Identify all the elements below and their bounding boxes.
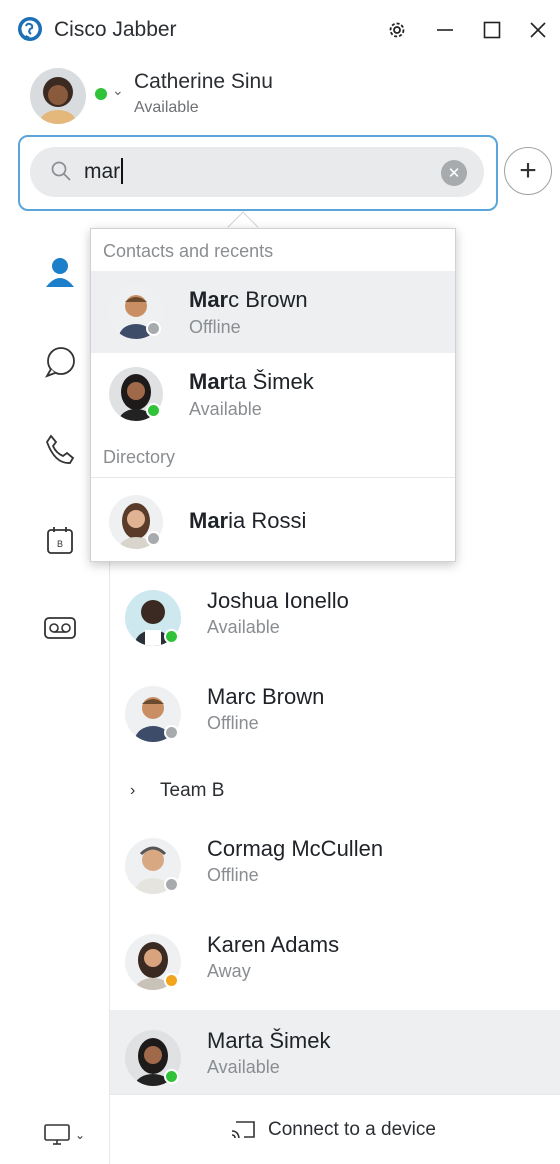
- name-rest: ta Šimek: [228, 369, 314, 394]
- match-highlight: Mar: [189, 287, 229, 312]
- contact-status: Offline: [207, 865, 259, 885]
- maximize-icon[interactable]: [472, 10, 512, 50]
- search-suggestions: Contacts and recents Marc Brown Offline …: [90, 228, 456, 562]
- suggestion-name: Maria Rossi: [189, 508, 306, 534]
- jabber-logo-icon: [16, 16, 44, 44]
- suggestion-status: Offline: [189, 317, 241, 337]
- presence-dot: [146, 321, 161, 336]
- suggestion-status: Available: [189, 399, 262, 419]
- chevron-down-icon[interactable]: ⌄: [112, 82, 124, 99]
- contact-status: Available: [207, 617, 280, 637]
- presence-dot: [164, 877, 179, 892]
- contact-row[interactable]: Karen Adams Away: [110, 914, 560, 1010]
- name-rest: ia Rossi: [228, 508, 307, 533]
- monitor-icon: [44, 1124, 70, 1145]
- section-header: Contacts and recents: [103, 241, 274, 261]
- section-header: Directory: [103, 447, 176, 467]
- contact-row[interactable]: Joshua Ionello Available: [110, 570, 560, 666]
- contact-name: Marta Šimek: [207, 1028, 331, 1053]
- divider: [91, 477, 455, 478]
- search-query-text: mar: [84, 160, 121, 183]
- add-button[interactable]: +: [504, 147, 552, 195]
- chevron-down-icon: ⌄: [74, 1128, 86, 1142]
- contact-name: Cormag McCullen: [207, 836, 384, 861]
- contact-status: Available: [207, 1057, 280, 1077]
- connect-device-button[interactable]: Connect to a device: [230, 1119, 436, 1141]
- suggestion-name: Marta Šimek: [189, 369, 314, 395]
- profile-status[interactable]: Available: [134, 99, 199, 117]
- close-icon[interactable]: [518, 10, 558, 50]
- contact-row[interactable]: Marc Brown Offline: [110, 666, 560, 762]
- chevron-right-icon[interactable]: ›: [130, 782, 135, 800]
- profile-name[interactable]: Catherine Sinu: [134, 70, 273, 94]
- suggestion-item[interactable]: Maria Rossi: [91, 481, 455, 563]
- match-highlight: Mar: [189, 369, 229, 394]
- search-query[interactable]: mar: [84, 158, 124, 184]
- text-cursor: [121, 158, 124, 184]
- presence-dot: [95, 88, 107, 100]
- group-header[interactable]: Team B: [160, 780, 224, 802]
- minimize-icon[interactable]: [425, 10, 465, 50]
- contact-name: Joshua Ionello: [207, 588, 349, 613]
- name-rest: c Brown: [228, 287, 308, 312]
- chat-icon[interactable]: [36, 338, 84, 386]
- settings-gear-icon[interactable]: [377, 10, 417, 50]
- profile-avatar[interactable]: [30, 68, 86, 124]
- add-icon: +: [519, 154, 537, 187]
- app-title: Cisco Jabber: [54, 18, 177, 41]
- contacts-icon[interactable]: [36, 248, 84, 296]
- search-icon: [50, 160, 72, 187]
- voicemail-icon[interactable]: [36, 604, 84, 652]
- suggestion-name: Marc Brown: [189, 287, 308, 313]
- presence-dot: [164, 1069, 179, 1084]
- contact-status: Away: [207, 961, 251, 981]
- clear-search-icon[interactable]: ✕: [441, 160, 467, 186]
- calendar-icon[interactable]: B: [36, 516, 84, 564]
- search-input[interactable]: mar ✕: [30, 147, 484, 197]
- device-menu-button[interactable]: ⌄: [36, 1115, 92, 1155]
- contact-name: Karen Adams: [207, 932, 340, 957]
- cast-icon: [231, 1121, 255, 1139]
- suggestion-item[interactable]: Marc Brown Offline: [91, 271, 455, 353]
- bottom-bar: Connect to a device: [110, 1094, 560, 1164]
- match-highlight: Mar: [189, 508, 229, 533]
- connect-device-label: Connect to a device: [268, 1119, 436, 1140]
- phone-icon[interactable]: [36, 426, 84, 474]
- presence-dot: [164, 629, 179, 644]
- search-box[interactable]: mar ✕: [18, 135, 498, 211]
- presence-dot: [146, 403, 161, 418]
- contact-name: Marc Brown: [207, 684, 325, 709]
- suggestion-item[interactable]: Marta Šimek Available: [91, 353, 455, 435]
- title-bar: Cisco Jabber: [0, 0, 560, 58]
- contact-row[interactable]: Marta Šimek Available: [110, 1010, 560, 1106]
- contact-row[interactable]: Cormag McCullen Offline: [110, 818, 560, 914]
- svg-text:B: B: [57, 539, 63, 549]
- presence-dot: [146, 531, 161, 546]
- presence-dot: [164, 725, 179, 740]
- contact-status: Offline: [207, 713, 259, 733]
- presence-dot: [164, 973, 179, 988]
